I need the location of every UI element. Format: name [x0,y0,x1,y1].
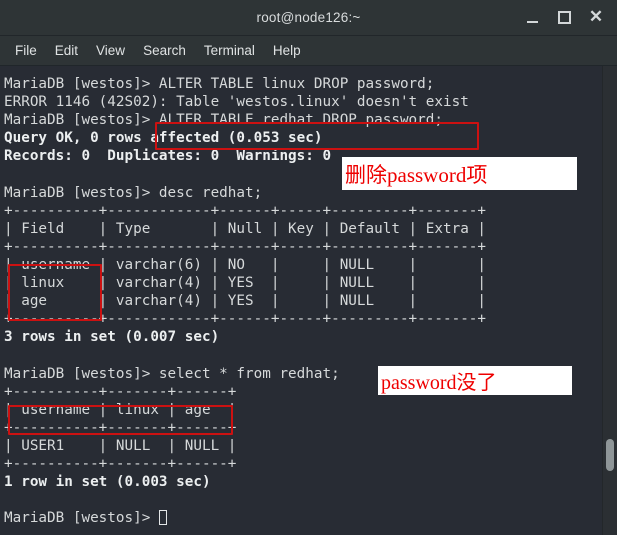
menu-item-edit[interactable]: Edit [46,40,87,61]
terminal-line: 1 row in set (0.003 sec) [4,474,211,491]
menu-item-file[interactable]: File [6,40,46,61]
terminal-line: MariaDB [westos]> ALTER TABLE linux DROP… [4,76,435,92]
window-titlebar[interactable]: root@node126:~ ✕ [0,0,617,36]
terminal-line: +----------+------------+------+-----+--… [4,311,487,328]
terminal-screen: MariaDB [westos]> ALTER TABLE linux DROP… [4,75,601,527]
scrollbar-thumb[interactable] [606,439,614,471]
menu-item-view[interactable]: View [87,40,134,61]
menu-item-search[interactable]: Search [134,40,195,61]
terminal-line: Query OK, 0 rows affected (0.053 sec) [4,130,323,147]
terminal-prompt-line: MariaDB [westos]> [4,509,601,527]
menu-item-help[interactable]: Help [264,40,310,61]
close-icon: ✕ [588,7,604,26]
window-title: root@node126:~ [256,10,361,25]
menubar: File Edit View Search Terminal Help [0,36,617,66]
terminal-line: +----------+------------+------+-----+--… [4,202,487,219]
terminal-line: | username | varchar(6) | NO | | NULL | … [4,256,487,273]
terminal-line: | username | linux | age | [4,401,237,418]
terminal-line: +----------+------------+------+-----+--… [4,238,487,255]
note-drop-password-column: 删除password项 [342,157,577,190]
window-controls: ✕ [517,0,611,35]
menu-item-terminal[interactable]: Terminal [195,40,264,61]
prompt-text: MariaDB [westos]> [4,510,159,527]
terminal-scrollbar[interactable] [602,66,617,535]
note-password-gone: password没了 [378,366,572,395]
terminal-line: 3 rows in set (0.007 sec) [4,329,220,346]
text-cursor [158,510,167,526]
maximize-icon [557,11,571,24]
minimize-icon [526,20,538,23]
maximize-button[interactable] [549,4,579,32]
terminal-line: | USER1 | NULL | NULL | [4,437,237,454]
terminal-line: | linux | varchar(4) | YES | | NULL | | [4,275,487,292]
terminal-line: ERROR 1146 (42S02): Table 'westos.linux'… [4,94,469,111]
terminal-body[interactable]: MariaDB [westos]> ALTER TABLE linux DROP… [0,66,617,535]
terminal-line: | age | varchar(4) | YES | | NULL | | [4,293,487,310]
terminal-line: +----------+-------+------+ [4,419,237,436]
close-button[interactable]: ✕ [581,4,611,32]
terminal-line: MariaDB [westos]> ALTER TABLE redhat DRO… [4,112,443,129]
terminal-line: | Field | Type | Null | Key | Default | … [4,220,487,237]
terminal-line: +----------+-------+------+ [4,455,237,472]
terminal-window: root@node126:~ ✕ File Edit View Search Termi… [0,0,617,535]
minimize-button[interactable] [517,4,547,32]
